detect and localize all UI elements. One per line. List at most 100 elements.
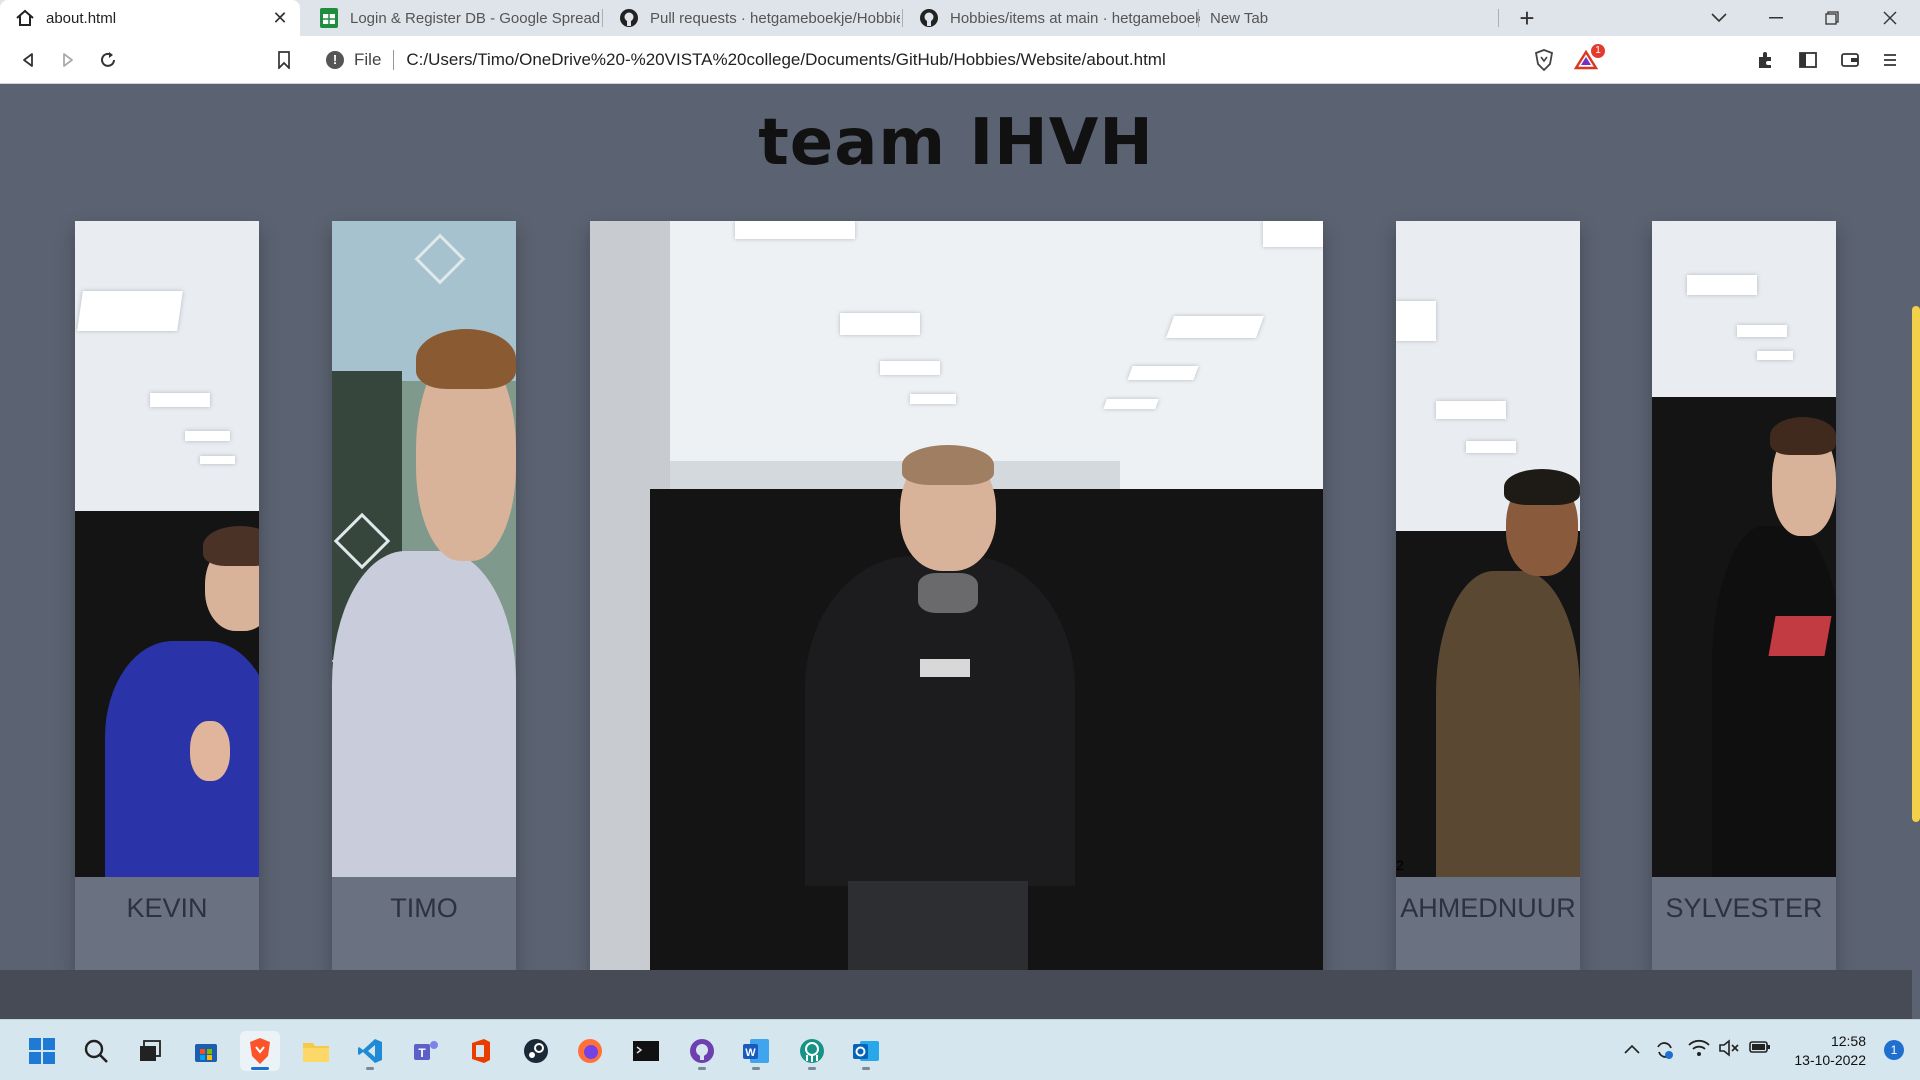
tab-title: about.html xyxy=(46,9,117,27)
volume-muted-icon[interactable] xyxy=(1718,1039,1740,1062)
extensions-button[interactable] xyxy=(1752,46,1780,74)
restore-button[interactable] xyxy=(1808,0,1856,36)
brave-shields-button[interactable] xyxy=(1530,46,1558,74)
member-name: AHMEDNUUR xyxy=(1400,893,1576,923)
tab-separator xyxy=(602,9,603,27)
tab-title: Hobbies/items at main · hetgameboek xyxy=(950,9,1200,27)
close-window-button[interactable] xyxy=(1866,0,1914,36)
tab-spreadsheet[interactable]: Login & Register DB - Google Spreads xyxy=(304,0,600,36)
reload-button[interactable] xyxy=(94,46,122,74)
member-card-kevin: KEVIN xyxy=(75,221,259,970)
terminal-icon xyxy=(633,1041,659,1061)
tab-pull-requests[interactable]: Pull requests · hetgameboekje/Hobbie xyxy=(604,0,900,36)
tab-separator xyxy=(1198,9,1199,27)
close-icon[interactable]: ✕ xyxy=(270,8,290,28)
wallet-button[interactable] xyxy=(1836,46,1864,74)
chevron-down-icon xyxy=(1711,13,1727,23)
restore-icon xyxy=(1825,11,1839,25)
file-explorer-icon xyxy=(303,1043,329,1062)
start-icon xyxy=(29,1038,55,1064)
tab-separator xyxy=(1498,9,1499,27)
new-tab-button[interactable]: + xyxy=(1503,0,1551,36)
brave-shield-icon xyxy=(1534,49,1554,71)
firefox-button[interactable] xyxy=(570,1031,610,1071)
scheme-label: File xyxy=(354,50,382,69)
info-icon[interactable]: ! xyxy=(326,51,344,69)
gitkraken-button[interactable] xyxy=(792,1031,832,1071)
tab-bar: about.html ✕ Login & Register DB - Googl… xyxy=(0,0,1920,36)
forward-button[interactable] xyxy=(54,46,82,74)
clock-time: 12:58 xyxy=(1830,1033,1866,1049)
url-divider xyxy=(393,50,395,70)
tab-about[interactable]: about.html ✕ xyxy=(0,0,300,36)
member-photo xyxy=(75,221,259,877)
minimize-button[interactable] xyxy=(1752,0,1800,36)
task-view-button[interactable] xyxy=(130,1031,170,1071)
member-card-featured xyxy=(590,221,1323,970)
back-button[interactable] xyxy=(14,46,42,74)
steam-button[interactable] xyxy=(516,1031,556,1071)
github-desktop-button[interactable] xyxy=(682,1031,722,1071)
notification-badge[interactable]: 1 xyxy=(1884,1040,1904,1060)
member-photo xyxy=(1652,221,1836,877)
system-clock[interactable]: 12:58 13-10-2022 xyxy=(1794,1032,1866,1070)
home-icon xyxy=(14,7,36,29)
firefox-icon xyxy=(578,1039,602,1063)
teams-button[interactable]: T xyxy=(406,1031,446,1071)
vscode-button[interactable] xyxy=(350,1031,390,1071)
store-button[interactable] xyxy=(186,1031,226,1071)
hamburger-icon xyxy=(1884,54,1896,66)
brave-taskbar-button[interactable] xyxy=(240,1031,280,1071)
task-view-icon xyxy=(140,1040,161,1061)
stray-text: 2 xyxy=(1396,857,1404,873)
close-icon xyxy=(1883,11,1897,25)
bookmark-button[interactable] xyxy=(270,46,298,74)
outlook-icon xyxy=(853,1041,879,1061)
menu-button[interactable] xyxy=(1876,46,1904,74)
member-card-sylvester: SYLVESTER xyxy=(1652,221,1836,970)
sheets-icon xyxy=(318,7,340,29)
tab-new-tab[interactable]: New Tab xyxy=(1200,0,1490,36)
member-photo: 2 xyxy=(1396,221,1580,877)
github-icon xyxy=(618,7,640,29)
github-icon xyxy=(918,7,940,29)
bookmark-icon xyxy=(278,51,290,69)
wifi-icon[interactable] xyxy=(1688,1039,1710,1062)
page-content: team IHVH KEVIN TIMO 2 AHMEDNUUR SYLVEST… xyxy=(0,84,1912,1019)
url-text[interactable]: C:/Users/Timo/OneDrive%20-%20VISTA%20col… xyxy=(406,50,1165,70)
page-title: team IHVH xyxy=(758,106,1154,180)
word-icon: W xyxy=(743,1039,769,1063)
brave-icon xyxy=(250,1038,270,1064)
brave-rewards-button[interactable]: 1 xyxy=(1572,44,1605,74)
outlook-button[interactable] xyxy=(846,1031,886,1071)
sync-icon[interactable] xyxy=(1654,1039,1676,1066)
store-icon xyxy=(195,1044,217,1062)
chevron-up-icon[interactable] xyxy=(1624,1039,1640,1059)
minimize-icon xyxy=(1769,17,1783,19)
tab-title: Login & Register DB - Google Spreads xyxy=(350,9,600,27)
sidebar-button[interactable] xyxy=(1794,46,1822,74)
member-name: SYLVESTER xyxy=(1665,893,1823,923)
steam-icon xyxy=(524,1039,548,1063)
start-button[interactable] xyxy=(22,1031,62,1071)
tab-search-button[interactable] xyxy=(1695,0,1743,36)
address-bar[interactable]: ! File C:/Users/Timo/OneDrive%20-%20VIST… xyxy=(312,43,1517,77)
file-explorer-button[interactable] xyxy=(296,1031,336,1071)
forward-arrow-icon xyxy=(63,53,73,67)
office-icon xyxy=(472,1039,490,1063)
puzzle-icon xyxy=(1759,52,1771,68)
tab-separator xyxy=(902,9,903,27)
terminal-button[interactable] xyxy=(626,1031,666,1071)
page-scrollbar[interactable] xyxy=(1912,84,1920,1019)
tab-hobbies-items[interactable]: Hobbies/items at main · hetgameboek xyxy=(904,0,1200,36)
windows-taskbar: T W 12:58 13-10-2022 1 xyxy=(0,1019,1920,1080)
word-button[interactable]: W xyxy=(736,1031,776,1071)
battery-icon[interactable] xyxy=(1748,1039,1772,1060)
office-button[interactable] xyxy=(460,1031,500,1071)
gitkraken-icon xyxy=(800,1039,824,1063)
scrollbar-thumb[interactable] xyxy=(1912,306,1920,822)
teams-icon: T xyxy=(414,1041,438,1060)
reload-icon xyxy=(101,52,115,67)
search-button[interactable] xyxy=(76,1031,116,1071)
wallet-icon xyxy=(1841,53,1859,67)
